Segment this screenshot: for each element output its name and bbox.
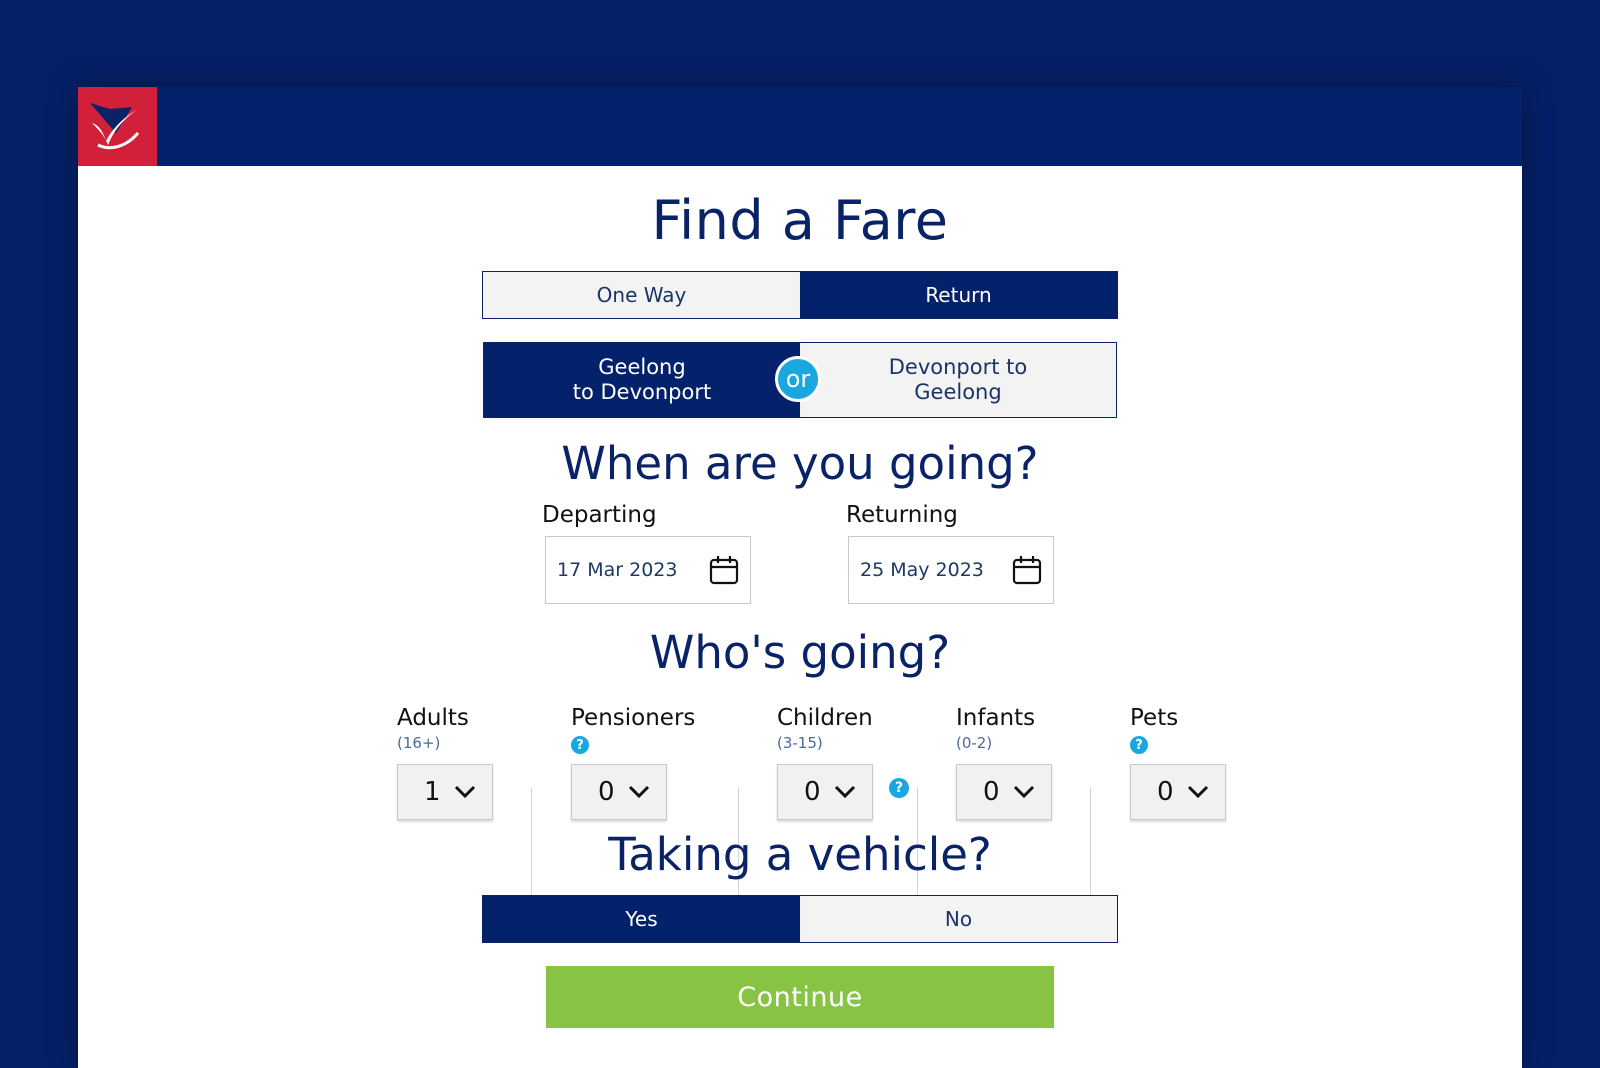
calendar-icon[interactable] xyxy=(708,554,740,586)
returning-date-value: 25 May 2023 xyxy=(860,559,984,581)
return-option[interactable]: Return xyxy=(800,272,1117,318)
infants-value: 0 xyxy=(983,777,1000,807)
chevron-down-icon xyxy=(628,785,650,799)
brand-logo[interactable] xyxy=(78,87,157,166)
continue-button[interactable]: Continue xyxy=(546,966,1054,1028)
pensioners-value: 0 xyxy=(598,777,615,807)
header-bar xyxy=(78,87,1522,166)
chevron-down-icon xyxy=(1187,785,1209,799)
chevron-down-icon xyxy=(1013,785,1035,799)
adults-age: (16+) xyxy=(397,734,441,752)
infants-select[interactable]: 0 xyxy=(956,764,1052,820)
pets-label: Pets xyxy=(1130,705,1179,731)
or-badge: or xyxy=(775,356,821,402)
adults-select[interactable]: 1 xyxy=(397,764,493,820)
children-group: Children (3-15) 0 xyxy=(777,705,873,820)
who-heading: Who's going? xyxy=(649,626,951,679)
route-geelong-to-devonport[interactable]: Geelong to Devonport xyxy=(484,343,800,417)
help-icon[interactable]: ? xyxy=(571,736,589,754)
booking-card: Find a Fare One Way Return Geelong to Dev… xyxy=(78,87,1522,1068)
departing-label: Departing xyxy=(542,502,657,528)
adults-value: 1 xyxy=(424,777,441,807)
when-heading: When are you going? xyxy=(561,437,1039,490)
fare-form: Find a Fare One Way Return Geelong to Dev… xyxy=(78,166,1522,1068)
route1-line2: to Devonport xyxy=(572,380,712,404)
vehicle-no-option[interactable]: No xyxy=(800,896,1117,942)
one-way-option[interactable]: One Way xyxy=(483,272,800,318)
vehicle-yes-option[interactable]: Yes xyxy=(483,896,800,942)
calendar-icon[interactable] xyxy=(1011,554,1043,586)
departing-date-field[interactable]: 17 Mar 2023 xyxy=(545,536,751,604)
pets-select[interactable]: 0 xyxy=(1130,764,1226,820)
vehicle-help-icon[interactable]: ? xyxy=(889,778,909,798)
route2-line2: Geelong xyxy=(914,380,1002,404)
pensioners-group: Pensioners ? 0 xyxy=(571,705,696,820)
trip-type-toggle: One Way Return xyxy=(482,271,1118,319)
children-label: Children xyxy=(777,705,873,731)
pensioners-label: Pensioners xyxy=(571,705,696,731)
route1-line1: Geelong xyxy=(598,355,686,379)
adults-group: Adults (16+) 1 xyxy=(397,705,493,820)
pensioners-select[interactable]: 0 xyxy=(571,764,667,820)
departing-date-value: 17 Mar 2023 xyxy=(557,559,678,581)
help-icon[interactable]: ? xyxy=(1130,736,1148,754)
infants-group: Infants (0-2) 0 xyxy=(956,705,1052,820)
vehicle-toggle: Yes No xyxy=(482,895,1118,943)
infants-label: Infants xyxy=(956,705,1036,731)
chevron-down-icon xyxy=(834,785,856,799)
children-age: (3-15) xyxy=(777,734,823,752)
returning-label: Returning xyxy=(846,502,958,528)
vehicle-heading: Taking a vehicle? xyxy=(608,828,992,881)
chevron-down-icon xyxy=(454,785,476,799)
children-value: 0 xyxy=(804,777,821,807)
adults-label: Adults xyxy=(397,705,469,731)
infants-age: (0-2) xyxy=(956,734,993,752)
pets-value: 0 xyxy=(1157,777,1174,807)
page-title: Find a Fare xyxy=(651,189,949,252)
pets-group: Pets ? 0 xyxy=(1130,705,1226,820)
returning-date-field[interactable]: 25 May 2023 xyxy=(848,536,1054,604)
route-devonport-to-geelong[interactable]: Devonport to Geelong xyxy=(800,343,1116,417)
children-select[interactable]: 0 xyxy=(777,764,873,820)
route2-line1: Devonport to xyxy=(888,355,1028,379)
